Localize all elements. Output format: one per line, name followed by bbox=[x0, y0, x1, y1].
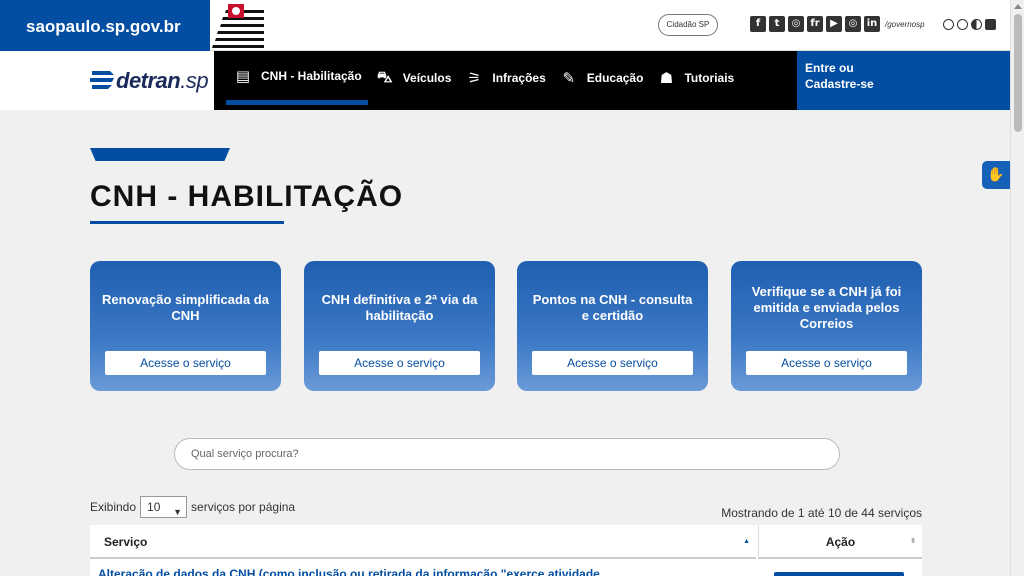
service-row-link[interactable]: Alteração de dados da CNH (como inclusão… bbox=[98, 567, 748, 576]
page-title: CNH - HABILITAÇÃO bbox=[90, 180, 404, 213]
login-register-link[interactable]: Entre ou Cadastre-se bbox=[797, 51, 1010, 110]
linkedin-icon[interactable]: in bbox=[864, 16, 880, 32]
page-size-suffix: serviços por página bbox=[191, 500, 296, 514]
scroll-up-icon[interactable] bbox=[1014, 4, 1022, 9]
nav-item-label: Veículos bbox=[402, 71, 452, 85]
detran-logo[interactable]: detran.sp bbox=[0, 51, 214, 110]
nav-item-label: Educação bbox=[586, 71, 644, 85]
detran-logo-text: detran.sp bbox=[116, 68, 209, 93]
chevron-down-icon: ▼ bbox=[173, 507, 183, 517]
square-icon[interactable] bbox=[985, 19, 996, 30]
row-action-button[interactable] bbox=[774, 572, 904, 576]
pencil-icon: ✎ bbox=[562, 69, 576, 87]
scroll-thumb[interactable] bbox=[1014, 14, 1022, 132]
car-icon: ⛍ bbox=[376, 68, 393, 86]
facebook-icon[interactable]: f bbox=[750, 16, 766, 32]
access-service-button[interactable]: Acesse o serviço bbox=[746, 351, 907, 375]
service-card-correios: Verifique se a CNH já foi emitida e envi… bbox=[731, 261, 922, 391]
nav-item-label: Tutoriais bbox=[684, 71, 735, 85]
traffic-light-icon: ⚞ bbox=[467, 69, 482, 87]
gov-top-bar: saopaulo.sp.gov.br Cidadão SP f t ◎ fr ▶… bbox=[0, 0, 1010, 51]
service-card-renovacao: Renovação simplificada da CNH Acesse o s… bbox=[90, 261, 281, 391]
font-increase-icon[interactable] bbox=[957, 19, 968, 30]
sign-language-icon[interactable]: ✋ bbox=[982, 161, 1010, 189]
access-service-button[interactable]: Acesse o serviço bbox=[105, 351, 266, 375]
scrollbar[interactable] bbox=[1010, 0, 1024, 576]
contrast-icon[interactable] bbox=[971, 19, 982, 30]
instagram-alt-icon[interactable]: ◎ bbox=[845, 16, 861, 32]
access-service-button[interactable]: Acesse o serviço bbox=[532, 351, 693, 375]
social-links: f t ◎ fr ▶ ◎ in bbox=[750, 16, 880, 32]
nav-items: ▤ CNH - Habilitação ⛍ Veículos ⚞ Infraçõ… bbox=[226, 51, 740, 110]
title-underline bbox=[90, 221, 284, 224]
card-title: Verifique se a CNH já foi emitida e envi… bbox=[751, 284, 902, 331]
nav-item-veiculos[interactable]: ⛍ Veículos bbox=[368, 51, 458, 105]
page-size-select[interactable]: 10 ▼ bbox=[140, 496, 188, 518]
accessibility-controls bbox=[943, 19, 996, 30]
column-header-acao[interactable]: Ação ⬍ bbox=[758, 525, 922, 559]
detran-logo-icon bbox=[90, 71, 114, 89]
nav-item-label: Infrações bbox=[492, 71, 546, 85]
main-nav: detran.sp ▤ CNH - Habilitação ⛍ Veículos… bbox=[0, 51, 1010, 110]
gov-brand-link[interactable]: saopaulo.sp.gov.br bbox=[0, 0, 210, 51]
services-table: Serviço ▲ Ação ⬍ Alteração de dados da C… bbox=[90, 525, 922, 576]
license-icon: ▤ bbox=[235, 66, 251, 85]
nav-item-infracoes[interactable]: ⚞ Infrações bbox=[457, 51, 551, 105]
tutorial-icon: ☗ bbox=[659, 69, 674, 87]
nav-item-tutoriais[interactable]: ☗ Tutoriais bbox=[649, 51, 740, 105]
card-title: CNH definitiva e 2ª via da habilitação bbox=[321, 292, 478, 323]
exibindo-label: Exibindo bbox=[90, 500, 137, 514]
nav-item-label: CNH - Habilitação bbox=[261, 68, 362, 83]
nav-item-cnh[interactable]: ▤ CNH - Habilitação bbox=[226, 51, 368, 105]
twitter-icon[interactable]: t bbox=[769, 16, 785, 32]
nav-item-educacao[interactable]: ✎ Educação bbox=[552, 51, 650, 105]
login-line-2: Cadastre-se bbox=[805, 77, 874, 91]
sort-icon: ⬍ bbox=[910, 538, 916, 545]
login-line-1: Entre ou bbox=[805, 61, 854, 75]
service-card-cnh-definitiva: CNH definitiva e 2ª via da habilitação A… bbox=[304, 261, 495, 391]
gov-handle-text: /governosp bbox=[885, 20, 925, 29]
column-header-servico[interactable]: Serviço ▲ bbox=[90, 525, 756, 559]
title-accent-bar bbox=[90, 148, 230, 161]
flickr-icon[interactable]: fr bbox=[807, 16, 823, 32]
service-search-input[interactable]: Qual serviço procura? bbox=[174, 438, 840, 470]
results-count: Mostrando de 1 até 10 de 44 serviços bbox=[721, 506, 922, 520]
access-service-button[interactable]: Acesse o serviço bbox=[319, 351, 480, 375]
instagram-icon[interactable]: ◎ bbox=[788, 16, 804, 32]
sp-flag-icon bbox=[212, 4, 264, 48]
card-title: Pontos na CNH - consulta e certidão bbox=[532, 292, 693, 323]
card-title: Renovação simplificada da CNH bbox=[102, 292, 269, 323]
font-decrease-icon[interactable] bbox=[943, 19, 954, 30]
youtube-icon[interactable]: ▶ bbox=[826, 16, 842, 32]
service-card-pontos: Pontos na CNH - consulta e certidão Aces… bbox=[517, 261, 708, 391]
cidadao-sp-button[interactable]: Cidadão SP bbox=[658, 14, 718, 36]
page-size-control: Exibindo 10 ▼ serviços por página bbox=[90, 496, 295, 518]
sort-asc-icon: ▲ bbox=[743, 538, 750, 545]
